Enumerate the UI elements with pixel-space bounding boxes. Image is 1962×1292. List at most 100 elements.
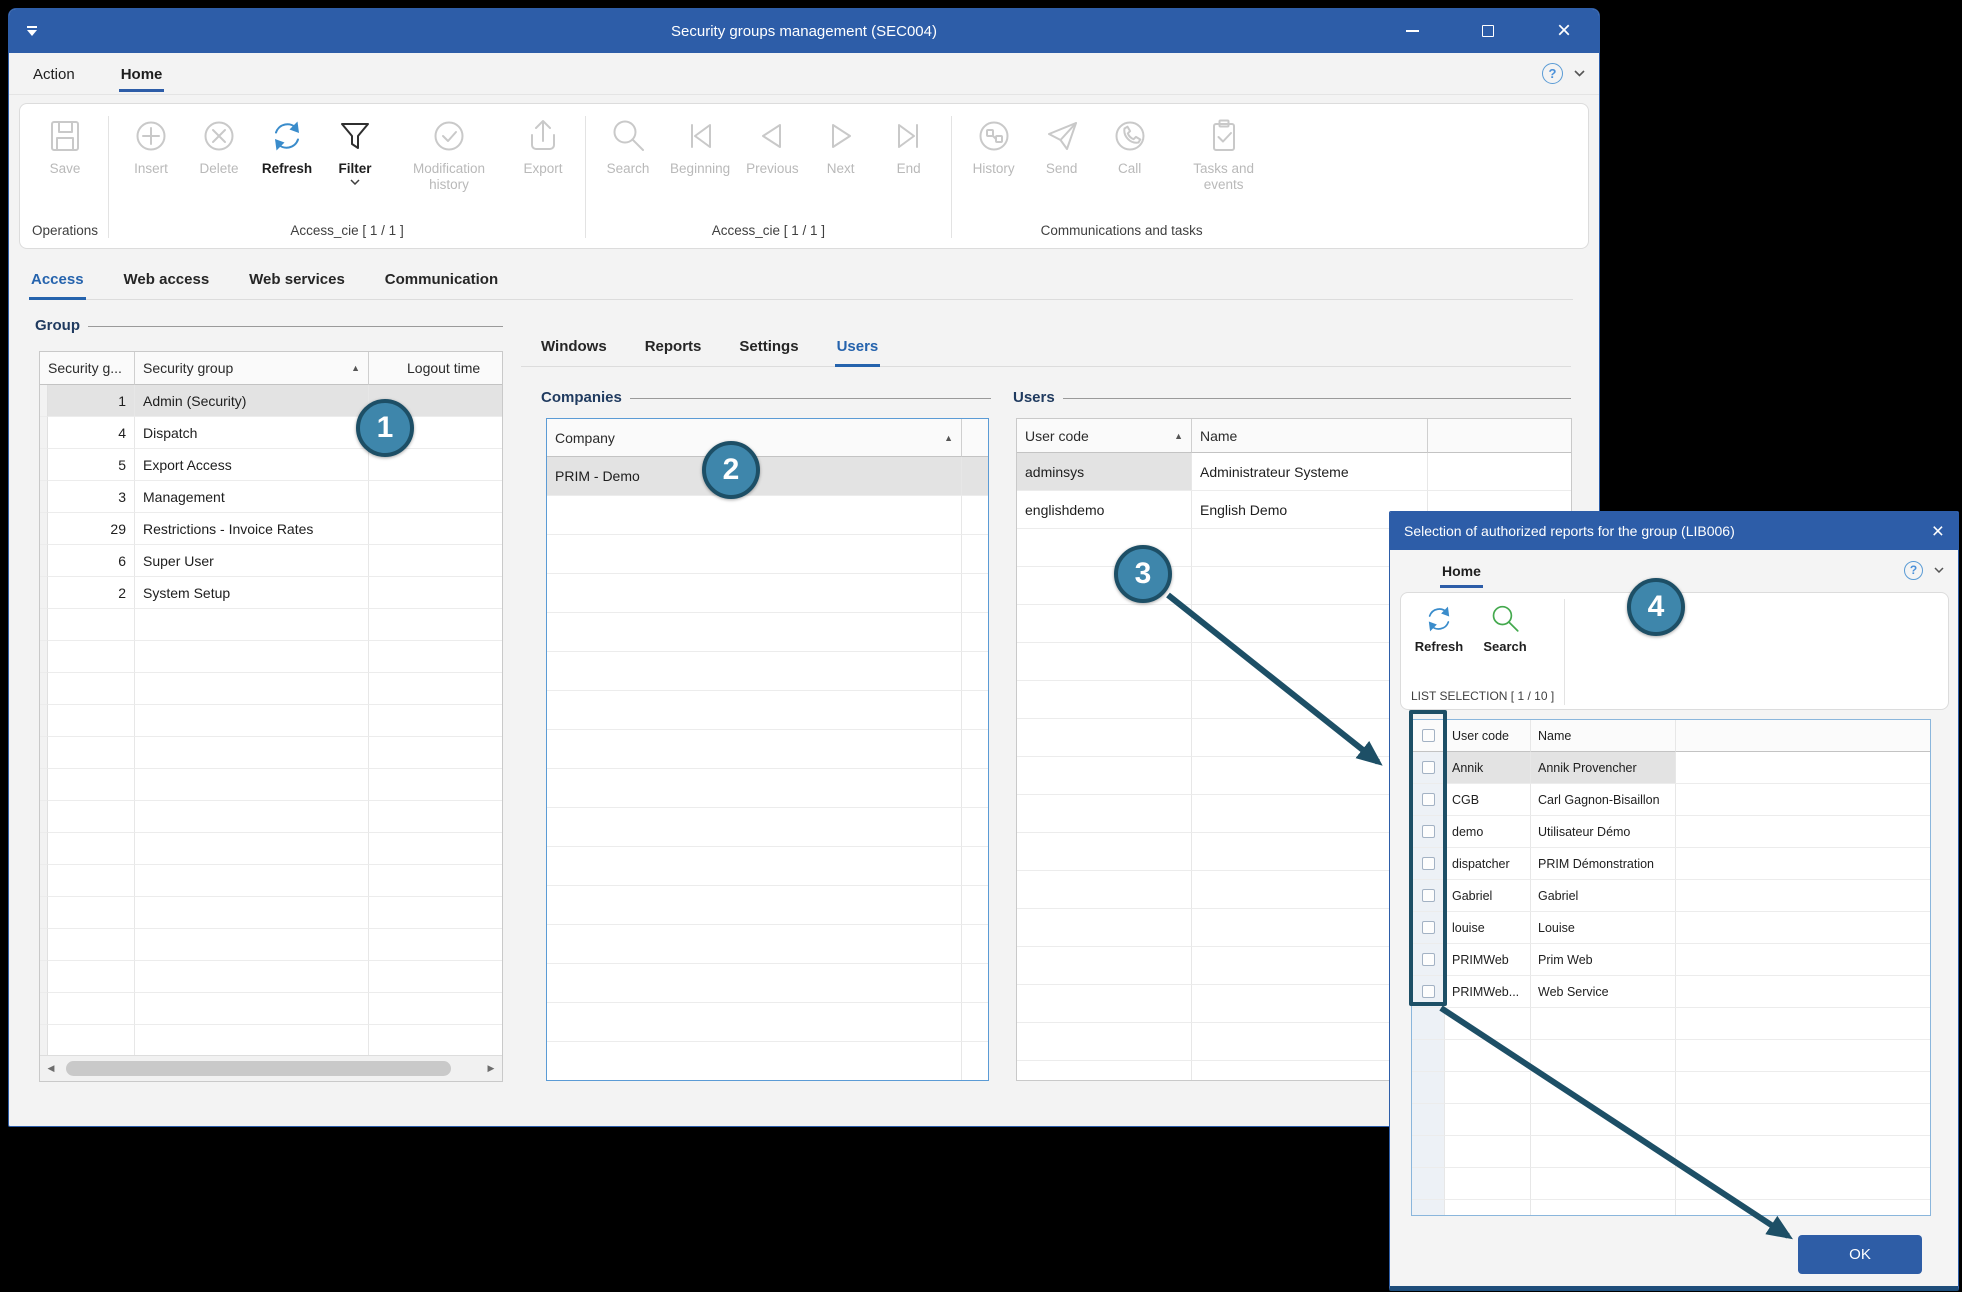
- cell-rest: [1676, 1040, 1930, 1072]
- ribbon-button-insert: Insert: [119, 110, 183, 177]
- select-all-checkbox[interactable]: [1422, 729, 1435, 742]
- cell-company-name: [547, 886, 962, 925]
- row-checkbox[interactable]: [1422, 953, 1435, 966]
- table-row[interactable]: adminsysAdministrateur Systeme: [1017, 453, 1571, 491]
- cell-user-code: [1445, 1168, 1531, 1200]
- scroll-right-icon[interactable]: ▶: [480, 1063, 502, 1074]
- table-row[interactable]: 2System Setup: [40, 577, 502, 609]
- dialog-menu-item-home[interactable]: Home: [1440, 553, 1483, 587]
- table-row-empty: [40, 929, 502, 961]
- tab-web-services[interactable]: Web services: [247, 265, 347, 300]
- tab-communication[interactable]: Communication: [383, 265, 500, 300]
- refresh-icon: [267, 114, 307, 158]
- subtab-users[interactable]: Users: [835, 336, 881, 367]
- cell-logout-time: [369, 641, 502, 673]
- row-selector-gutter: [40, 929, 48, 961]
- column-header-name[interactable]: Name: [1531, 720, 1676, 752]
- cell-group-name: Export Access: [135, 449, 369, 481]
- cell-group-name: Restrictions - Invoice Rates: [135, 513, 369, 545]
- column-header-security-group[interactable]: Security group▲: [135, 352, 369, 385]
- dialog-help-chevron-down-icon[interactable]: [1934, 567, 1944, 573]
- cell-user-code: englishdemo: [1017, 491, 1192, 529]
- ribbon-group-communications-and-tasks: HistorySendCallTasks and eventsCommunica…: [954, 110, 1290, 244]
- row-selector-gutter: [40, 609, 48, 641]
- cell-user-name: [1531, 1104, 1676, 1136]
- cell-rest: [1676, 1136, 1930, 1168]
- column-header-security-group-id[interactable]: Security g...: [40, 352, 135, 385]
- tab-access[interactable]: Access: [29, 265, 86, 300]
- table-row[interactable]: 4Dispatch: [40, 417, 502, 449]
- dialog-close-icon[interactable]: ×: [1932, 521, 1944, 542]
- dialog-ribbon-button-refresh[interactable]: Refresh: [1411, 599, 1467, 654]
- table-row-empty: [1412, 1040, 1930, 1072]
- table-row[interactable]: PRIMWeb...Web Service: [1412, 976, 1930, 1008]
- maximize-button[interactable]: [1475, 18, 1501, 44]
- cell-logout-time: [369, 513, 502, 545]
- companies-legend-label: Companies: [541, 389, 622, 406]
- cell-extra: [962, 496, 988, 535]
- ribbon-button-refresh[interactable]: Refresh: [255, 110, 319, 177]
- table-row[interactable]: 29Restrictions - Invoice Rates: [40, 513, 502, 545]
- table-row[interactable]: demoUtilisateur Démo: [1412, 816, 1930, 848]
- cell-extra: [962, 769, 988, 808]
- cell-rest: [1676, 976, 1930, 1008]
- help-icon[interactable]: ?: [1542, 63, 1563, 84]
- cell-rest: [1676, 1200, 1930, 1216]
- row-checkbox[interactable]: [1422, 921, 1435, 934]
- ribbon-button-filter[interactable]: Filter: [323, 110, 387, 185]
- cell-rest: [1676, 784, 1930, 816]
- ribbon-group-separator: [585, 116, 586, 238]
- column-header-rest: [1428, 419, 1571, 453]
- row-checkbox[interactable]: [1422, 857, 1435, 870]
- table-row[interactable]: PRIM - Demo: [547, 457, 988, 496]
- scroll-left-icon[interactable]: ◀: [40, 1063, 62, 1074]
- delete-circle-x-icon: [199, 114, 239, 158]
- menu-item-action[interactable]: Action: [31, 56, 77, 91]
- table-row[interactable]: CGBCarl Gagnon-Bisaillon: [1412, 784, 1930, 816]
- cell-user-name: Administrateur Systeme: [1192, 453, 1428, 491]
- dialog-help-icon[interactable]: ?: [1904, 561, 1923, 580]
- row-checkbox[interactable]: [1422, 761, 1435, 774]
- table-row[interactable]: GabrielGabriel: [1412, 880, 1930, 912]
- help-chevron-down-icon[interactable]: [1574, 70, 1585, 77]
- ok-button[interactable]: OK: [1798, 1235, 1922, 1274]
- table-row[interactable]: 5Export Access: [40, 449, 502, 481]
- cell-rest: [1676, 752, 1930, 784]
- table-row-empty: [40, 609, 502, 641]
- column-header-logout-time[interactable]: Logout time: [369, 352, 502, 385]
- cell-company-name: [547, 691, 962, 730]
- table-row[interactable]: 3Management: [40, 481, 502, 513]
- cell-user-code: [1017, 605, 1192, 643]
- ribbon-group-caption: Access_cie [ 1 / 1 ]: [290, 219, 403, 244]
- cell-user-name: Gabriel: [1531, 880, 1676, 912]
- row-checkbox[interactable]: [1422, 889, 1435, 902]
- close-button[interactable]: ×: [1551, 18, 1577, 44]
- table-row[interactable]: 6Super User: [40, 545, 502, 577]
- scrollbar-thumb[interactable]: [66, 1061, 451, 1076]
- table-row[interactable]: AnnikAnnik Provencher: [1412, 752, 1930, 784]
- row-checkbox[interactable]: [1422, 825, 1435, 838]
- column-header-company[interactable]: Company▲: [547, 419, 962, 457]
- table-row[interactable]: dispatcherPRIM Démonstration: [1412, 848, 1930, 880]
- subtab-settings[interactable]: Settings: [737, 336, 800, 367]
- table-row-empty: [547, 769, 988, 808]
- minimize-button[interactable]: [1399, 18, 1425, 44]
- table-row[interactable]: 1Admin (Security): [40, 385, 502, 417]
- table-row-empty: [40, 1025, 502, 1057]
- cell-checkbox: [1412, 1168, 1445, 1200]
- menu-item-home[interactable]: Home: [119, 56, 165, 91]
- subtab-windows[interactable]: Windows: [539, 336, 609, 367]
- cell-extra: [962, 1003, 988, 1042]
- subtab-reports[interactable]: Reports: [643, 336, 704, 367]
- column-header-name[interactable]: Name: [1192, 419, 1428, 453]
- table-row[interactable]: louiseLouise: [1412, 912, 1930, 944]
- scrollbar-track[interactable]: [62, 1056, 480, 1081]
- table-row[interactable]: PRIMWebPrim Web: [1412, 944, 1930, 976]
- table-row-empty: [1412, 1200, 1930, 1216]
- tab-web-access[interactable]: Web access: [122, 265, 212, 300]
- dialog-ribbon-button-search[interactable]: Search: [1477, 599, 1533, 654]
- column-header-user-code[interactable]: User code▲: [1017, 419, 1192, 453]
- row-checkbox[interactable]: [1422, 985, 1435, 998]
- row-checkbox[interactable]: [1422, 793, 1435, 806]
- column-header-user-code[interactable]: User code: [1445, 720, 1531, 752]
